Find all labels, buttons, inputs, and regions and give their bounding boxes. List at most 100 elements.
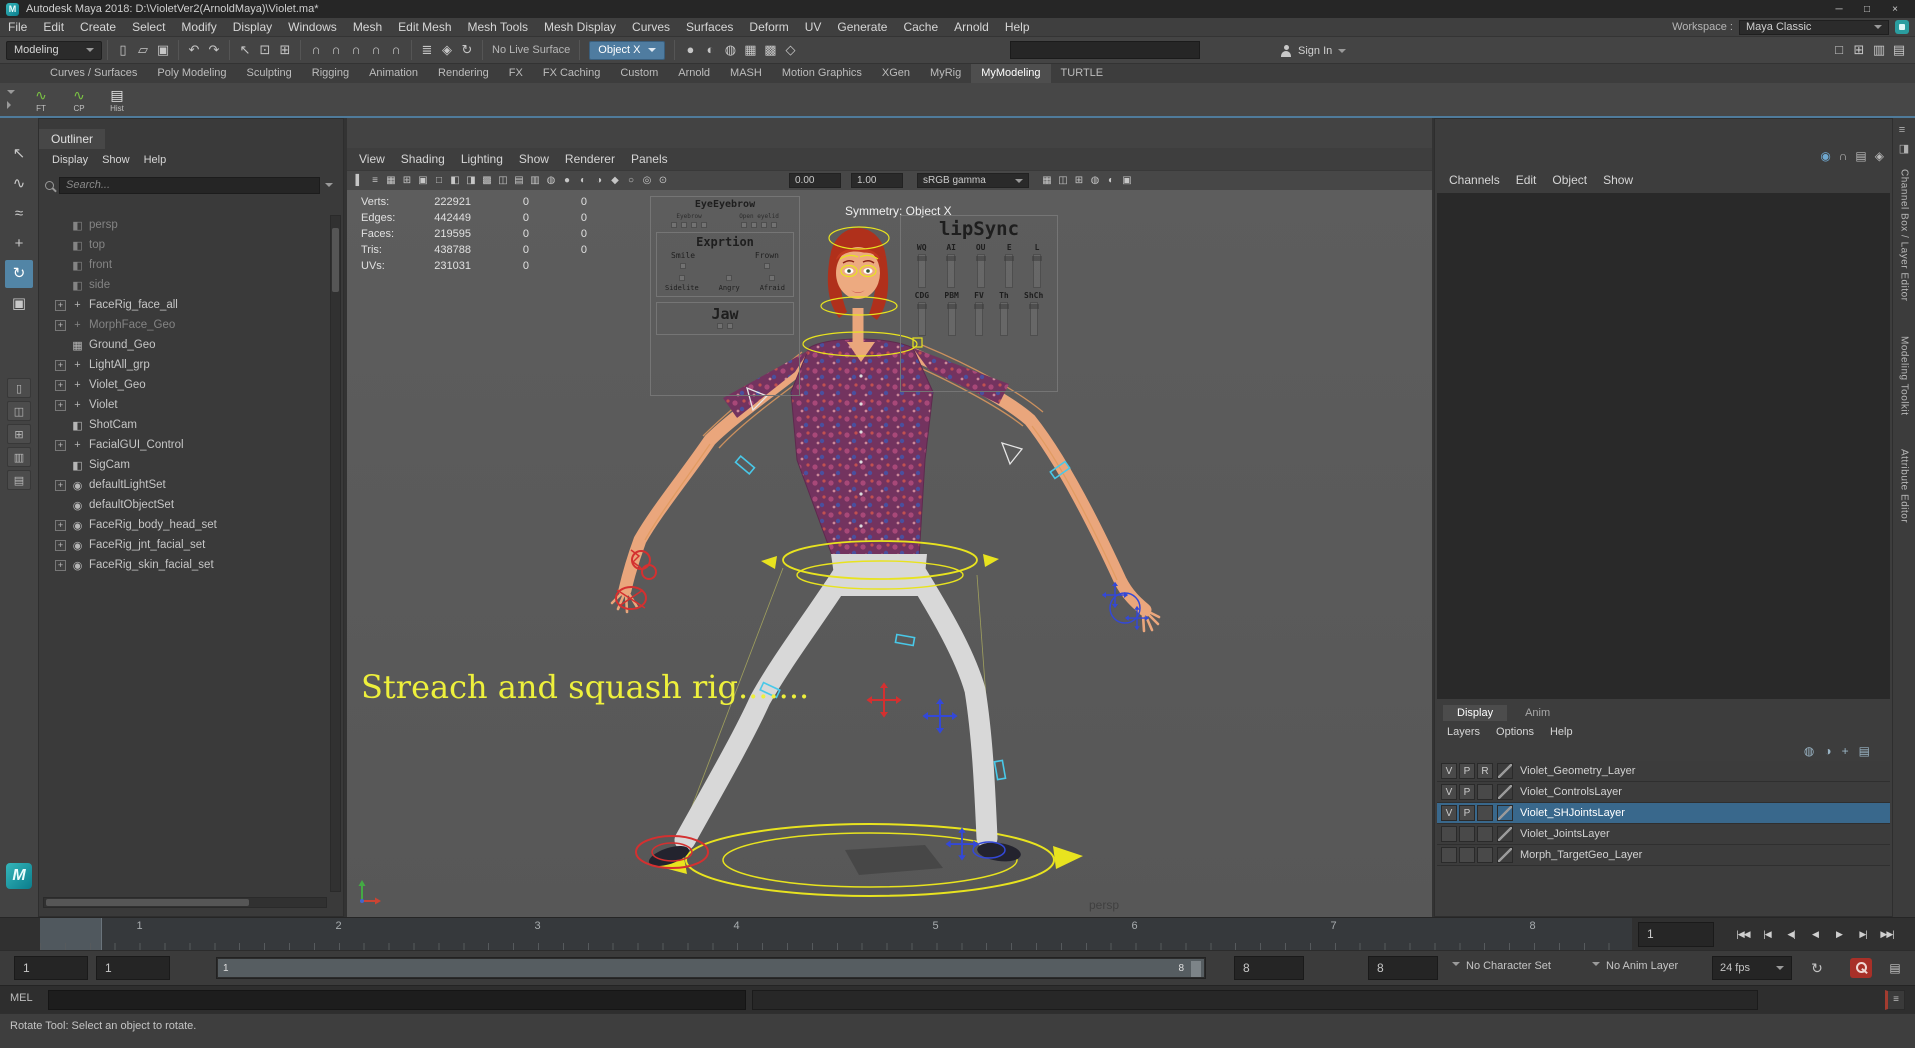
outliner-item[interactable]: ◧ SigCam (43, 455, 327, 475)
layer-editor-menu-item[interactable]: Help (1542, 723, 1581, 741)
viewport-toolbar-icon[interactable]: ◐ (1103, 173, 1119, 189)
snap-magnet-icon[interactable]: ∩ (326, 40, 346, 60)
outliner-item[interactable]: + + Violet (43, 395, 327, 415)
shelf-tab[interactable]: MyRig (920, 64, 971, 83)
tool-button[interactable]: + (5, 230, 33, 258)
tool-button[interactable]: ≈ (5, 200, 33, 228)
viewport-toolbar-icon[interactable]: ◑ (591, 173, 607, 189)
layer-playback-toggle[interactable]: P (1459, 784, 1475, 800)
expand-toggle-icon[interactable]: + (55, 440, 66, 451)
menu-item[interactable]: Cache (895, 18, 946, 36)
exposure-field[interactable]: 0.00 (789, 173, 841, 188)
viewport-toolbar-icon[interactable]: ◆ (607, 173, 623, 189)
expand-toggle-icon[interactable]: + (55, 300, 66, 311)
viewport-menu-item[interactable]: View (351, 150, 393, 168)
playback-button[interactable]: |◀◀ (1731, 922, 1755, 947)
lipsync-slider[interactable] (948, 302, 956, 336)
gui-slider[interactable] (769, 275, 775, 281)
lipsync-slider[interactable] (947, 254, 955, 288)
lipsync-slider[interactable] (918, 254, 926, 288)
menu-item[interactable]: Mesh Tools (460, 18, 536, 36)
outliner-item[interactable]: ▦ Ground_Geo (43, 335, 327, 355)
tool-button[interactable]: ∿ (5, 170, 33, 198)
viewport-menu-item[interactable]: Renderer (557, 150, 623, 168)
tool-button[interactable]: ▣ (5, 290, 33, 318)
expand-toggle-icon[interactable]: + (55, 400, 66, 411)
channel-box-menu-item[interactable]: Object (1544, 171, 1595, 189)
layer-display-toggle[interactable] (1477, 784, 1493, 800)
outliner-item[interactable]: + ◉ FaceRig_skin_facial_set (43, 555, 327, 575)
menu-item[interactable]: Modify (173, 18, 224, 36)
shelf-tab[interactable]: Curves / Surfaces (40, 64, 147, 83)
playback-button[interactable]: ▶▶| (1875, 922, 1899, 947)
scrollbar-thumb[interactable] (46, 899, 249, 906)
layer-visibility-toggle[interactable]: V (1441, 784, 1457, 800)
animation-start-field[interactable]: 1 (96, 956, 170, 980)
channel-box-menu-item[interactable]: Show (1595, 171, 1641, 189)
viewport-toolbar-icon[interactable]: ⊞ (399, 173, 415, 189)
playback-button[interactable]: ▶| (1851, 922, 1875, 947)
lipsync-slider[interactable] (918, 302, 926, 336)
gui-slider[interactable] (679, 275, 685, 281)
render-icon[interactable]: ◍ (720, 40, 740, 60)
shelf-tab[interactable]: Sculpting (237, 64, 302, 83)
fps-selector[interactable]: 24 fps (1712, 956, 1792, 980)
render-icon[interactable]: ▩ (760, 40, 780, 60)
sidebar-toggle-icon[interactable]: ≡ (1899, 124, 1909, 136)
viewport-toolbar-icon[interactable]: ▥ (527, 173, 543, 189)
shelf-tab[interactable]: Arnold (668, 64, 720, 83)
layer-editor-menu-item[interactable]: Layers (1439, 723, 1488, 741)
menu-item[interactable]: Edit (35, 18, 72, 36)
gui-slider[interactable] (751, 222, 757, 228)
playback-button[interactable]: ▶ (1827, 922, 1851, 947)
layer-visibility-toggle[interactable] (1441, 826, 1457, 842)
layout-button[interactable]: ▤ (7, 470, 31, 490)
shelf-tab[interactable]: Custom (610, 64, 668, 83)
quick-entry-field[interactable] (1010, 41, 1200, 59)
menu-item[interactable]: Edit Mesh (390, 18, 459, 36)
layer-color-swatch[interactable] (1497, 784, 1513, 800)
layer-toolbar-icon[interactable]: + (1842, 744, 1849, 758)
shelf-tab[interactable]: Motion Graphics (772, 64, 872, 83)
layer-visibility-toggle[interactable] (1441, 847, 1457, 863)
layer-color-swatch[interactable] (1497, 805, 1513, 821)
playback-loop-button[interactable]: ↻ (1806, 957, 1828, 979)
menu-item[interactable]: UV (797, 18, 830, 36)
outliner-item[interactable]: ◧ top (43, 235, 327, 255)
layer-visibility-toggle[interactable]: V (1441, 805, 1457, 821)
playback-start-field[interactable]: 1 (14, 956, 88, 980)
gui-slider[interactable] (681, 222, 687, 228)
shelf-menu-button[interactable] (4, 90, 18, 109)
selection-mode-icon[interactable]: ⊡ (255, 40, 275, 60)
minimize-button[interactable]: ─ (1825, 4, 1853, 15)
gamma-mode-selector[interactable]: sRGB gamma (917, 173, 1029, 188)
snap-magnet-icon[interactable]: ∩ (366, 40, 386, 60)
channel-box-icon[interactable]: ◉ (1820, 149, 1830, 163)
render-icon[interactable]: ● (680, 40, 700, 60)
snap-magnet-icon[interactable]: ∩ (346, 40, 366, 60)
playback-button[interactable]: ◀| (1779, 922, 1803, 947)
menu-item[interactable]: Mesh Display (536, 18, 624, 36)
layer-display-toggle[interactable]: R (1477, 763, 1493, 779)
menu-set-selector[interactable]: Modeling (6, 41, 102, 60)
viewport-3d-canvas[interactable]: Verts: 222921 0 0 Edges: 442449 0 0 Face… (347, 190, 1432, 917)
viewport-menu-item[interactable]: Lighting (453, 150, 511, 168)
outliner-horizontal-scrollbar[interactable] (43, 897, 327, 908)
viewport-toolbar-icon[interactable]: ○ (623, 173, 639, 189)
shelf-tab[interactable]: Poly Modeling (147, 64, 236, 83)
tab-channel-box-layer-editor[interactable]: Channel Box / Layer Editor (1899, 169, 1910, 302)
render-icon[interactable]: ▦ (740, 40, 760, 60)
menu-item[interactable]: Arnold (946, 18, 997, 36)
gui-slider[interactable] (764, 263, 770, 269)
layer-row[interactable]: Violet_JointsLayer (1437, 824, 1890, 845)
gui-slider[interactable] (741, 222, 747, 228)
gui-slider[interactable] (727, 323, 733, 329)
menu-item[interactable]: Deform (741, 18, 796, 36)
viewport-toolbar-icon[interactable]: ◫ (495, 173, 511, 189)
menu-item[interactable]: Display (225, 18, 280, 36)
lipsync-slider[interactable] (977, 254, 985, 288)
filter-dropdown-icon[interactable] (325, 183, 333, 191)
viewport-toolbar-icon[interactable]: ▣ (1119, 173, 1135, 189)
viewport-toolbar-icon[interactable]: ▦ (1039, 173, 1055, 189)
outliner-vertical-scrollbar[interactable] (330, 215, 341, 892)
